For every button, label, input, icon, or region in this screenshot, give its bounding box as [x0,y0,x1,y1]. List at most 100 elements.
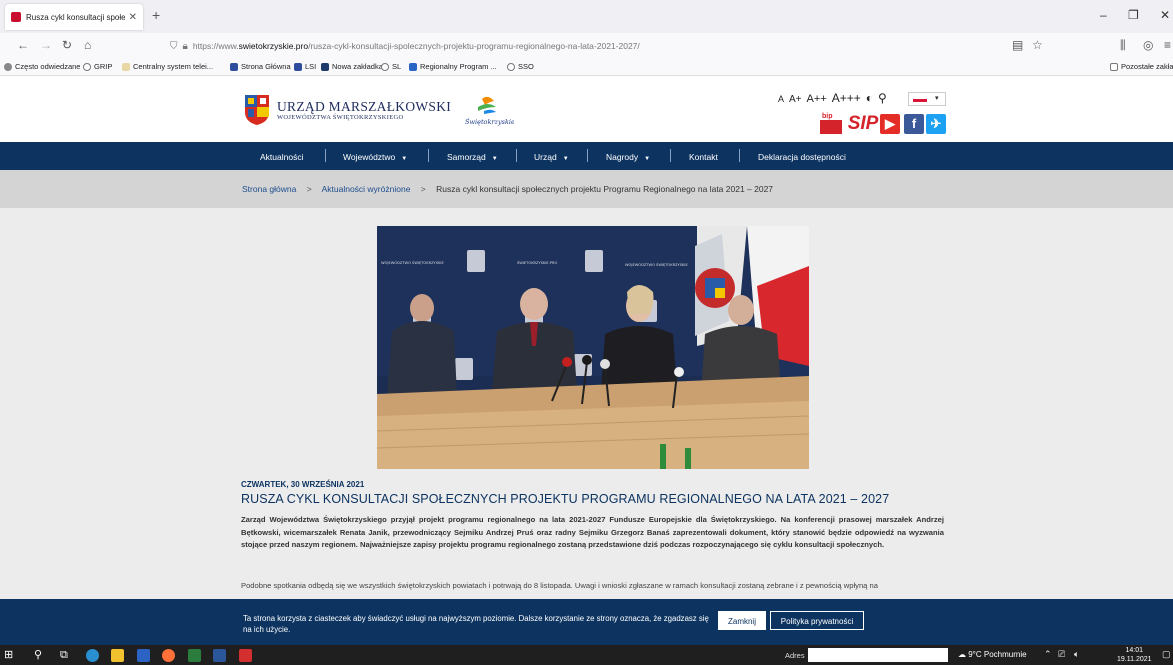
edge-icon[interactable] [86,649,99,662]
word-icon[interactable] [213,649,226,662]
task-view-icon[interactable]: ⧉ [60,649,73,662]
minimize-icon[interactable]: – [1100,8,1107,22]
language-select[interactable]: ▾ [908,92,946,106]
bookmark-item[interactable]: SSO [507,62,534,71]
nav-separator [587,149,588,162]
cookie-close-button[interactable]: Zamknij [718,611,766,630]
bookmark-item[interactable]: LSI [294,62,316,71]
browser-toolbar: ← → ↻ ⌂ ⛉ 🔒︎ https://www. swietokrzyskie… [0,33,1173,58]
font-size-large[interactable]: A+ [789,94,802,105]
nav-item-wojewodztwo[interactable]: Województwo ▼ [343,152,407,162]
file-explorer-icon[interactable] [111,649,124,662]
windows-start-icon[interactable]: ⊞ [4,649,17,662]
bookmark-item[interactable]: GRIP [83,62,112,71]
notifications-icon[interactable]: ▢ [1162,649,1171,660]
logo-title[interactable]: URZĄD MARSZAŁKOWSKI [277,99,451,115]
reload-icon[interactable]: ↻ [62,38,72,52]
app-icon[interactable] [188,649,201,662]
bookmarks-bar: Często odwiedzane GRIP Centralny system … [0,58,1173,76]
reader-view-icon[interactable]: ▤ [1012,38,1023,52]
logo-subtitle: WOJEWÓDZTWA ŚWIĘTOKRZYSKIEGO [277,114,404,121]
chevron-down-icon: ▼ [644,156,651,162]
photo-banner-text: ŚWIETOKRZYSKIE.PRO [517,260,557,265]
nav-separator [325,149,326,162]
new-tab-icon[interactable]: + [152,7,160,23]
nav-separator [670,149,671,162]
network-icon[interactable]: ⎚ [1058,649,1065,660]
breadcrumb-current: Rusza cykl konsultacji społecznych proje… [436,184,774,194]
bookmark-star-icon[interactable]: ☆ [1032,38,1043,52]
breadcrumb-home[interactable]: Strona główna [242,184,296,194]
facebook-icon[interactable]: f [904,114,924,134]
breadcrumb: Strona główna > Aktualności wyróżnione >… [0,170,1173,208]
contrast-icon[interactable]: ◐ [866,91,873,105]
library-icon[interactable]: ⫼ [1120,38,1126,53]
chevron-down-icon: ▾ [935,95,939,102]
bookmark-item[interactable]: Często odwiedzane [4,62,80,71]
folder-icon [1110,62,1118,71]
bookmark-item[interactable]: SL [381,62,401,71]
window-close-icon[interactable]: ✕ [1160,8,1170,22]
system-clock[interactable]: 14:01 19.11.2021 [1117,646,1152,664]
nav-separator [428,149,429,162]
font-size-largest[interactable]: A+++ [832,91,861,105]
bookmark-item[interactable]: Regionalny Program ... [409,62,497,71]
close-tab-icon[interactable]: ✕ [129,12,137,23]
volume-icon[interactable]: 🔈︎ [1074,649,1079,660]
bookmark-item[interactable]: Strona Główna [230,62,291,71]
nav-item-urzad[interactable]: Urząd ▼ [534,152,569,162]
clock-date: 19.11.2021 [1117,656,1152,663]
nav-item-deklaracja[interactable]: Deklaracja dostępności [758,152,846,162]
article-body: Podobne spotkania odbędą się we wszystki… [241,581,878,590]
article-lead: Zarząd Województwa Świętokrzyskiego przy… [241,515,944,549]
tray-chevron-icon[interactable]: ⌃ [1044,649,1052,660]
bip-icon[interactable]: bip [820,113,842,134]
crest-logo-icon[interactable] [244,94,270,126]
swietokrzyskie-brand-logo[interactable]: Świętokrzyskie [464,95,514,127]
chevron-down-icon: ▼ [562,156,569,162]
globe-icon [507,62,515,71]
firefox-icon[interactable] [162,649,175,662]
lock-icon: 🔒︎ [182,40,188,52]
forward-icon[interactable]: → [40,38,52,52]
nav-item-kontakt[interactable]: Kontakt [689,152,718,162]
browser-tab-bar: Rusza cykl konsultacji społeczn ✕ + – ❐ … [0,0,1173,33]
font-size-normal[interactable]: A [778,94,784,104]
nav-item-aktualnosci[interactable]: Aktualności [260,152,303,162]
other-bookmarks[interactable]: Pozostałe zakła [1110,62,1173,71]
article-date: CZWARTEK, 30 WRZEŚNIA 2021 [241,480,365,489]
sip-icon[interactable]: SIP [846,114,880,134]
crest-icon [230,62,238,71]
photo-banner-text: WOJEWÓDZTWO ŚWIĘTOKRZYSKIE [625,262,688,267]
article-photo[interactable]: WOJEWÓDZTWO ŚWIĘTOKRZYSKIE ŚWIETOKRZYSKI… [377,226,809,469]
search-icon[interactable]: ⚲ [878,91,887,105]
breadcrumb-separator: > [420,184,426,194]
nav-item-samorzad[interactable]: Samorząd ▼ [447,152,498,162]
youtube-icon[interactable]: ▶ [880,114,900,134]
flag-icon [409,62,417,71]
nav-item-nagrody[interactable]: Nagrody ▼ [606,152,650,162]
twitter-icon[interactable]: ✈ [926,114,946,134]
acrobat-icon[interactable] [239,649,252,662]
breadcrumb-section[interactable]: Aktualności wyróżnione [322,184,411,194]
home-icon[interactable]: ⌂ [84,38,91,52]
globe-icon [83,62,91,71]
privacy-policy-button[interactable]: Polityka prywatności [770,611,864,630]
menu-icon[interactable]: ≡ [1164,38,1171,52]
font-size-larger[interactable]: A++ [807,93,827,105]
weather-widget[interactable]: ☁ 9°C Pochmurnie [958,650,1027,659]
main-navigation: Aktualności Województwo ▼ Samorząd ▼ Urząd… [0,142,1173,170]
back-icon[interactable]: ← [17,38,29,52]
bookmark-item[interactable]: Centralny system telei... [122,62,213,71]
address-toolbar-input[interactable] [808,648,948,662]
address-bar[interactable]: ⛉ 🔒︎ https://www. swietokrzyskie.pro /ru… [170,37,1050,55]
outlook-icon[interactable] [137,649,150,662]
restore-icon[interactable]: ❐ [1128,8,1139,22]
browser-tab[interactable]: Rusza cykl konsultacji społeczn ✕ [5,4,143,30]
bookmark-item[interactable]: Nowa zakładka [321,62,383,71]
shield-icon: ⛉ [170,40,178,52]
search-icon[interactable]: ⚲ [34,649,47,662]
address-toolbar-label: Adres [785,651,805,660]
pocket-icon[interactable]: ◎ [1143,38,1153,52]
page-icon [122,62,130,71]
